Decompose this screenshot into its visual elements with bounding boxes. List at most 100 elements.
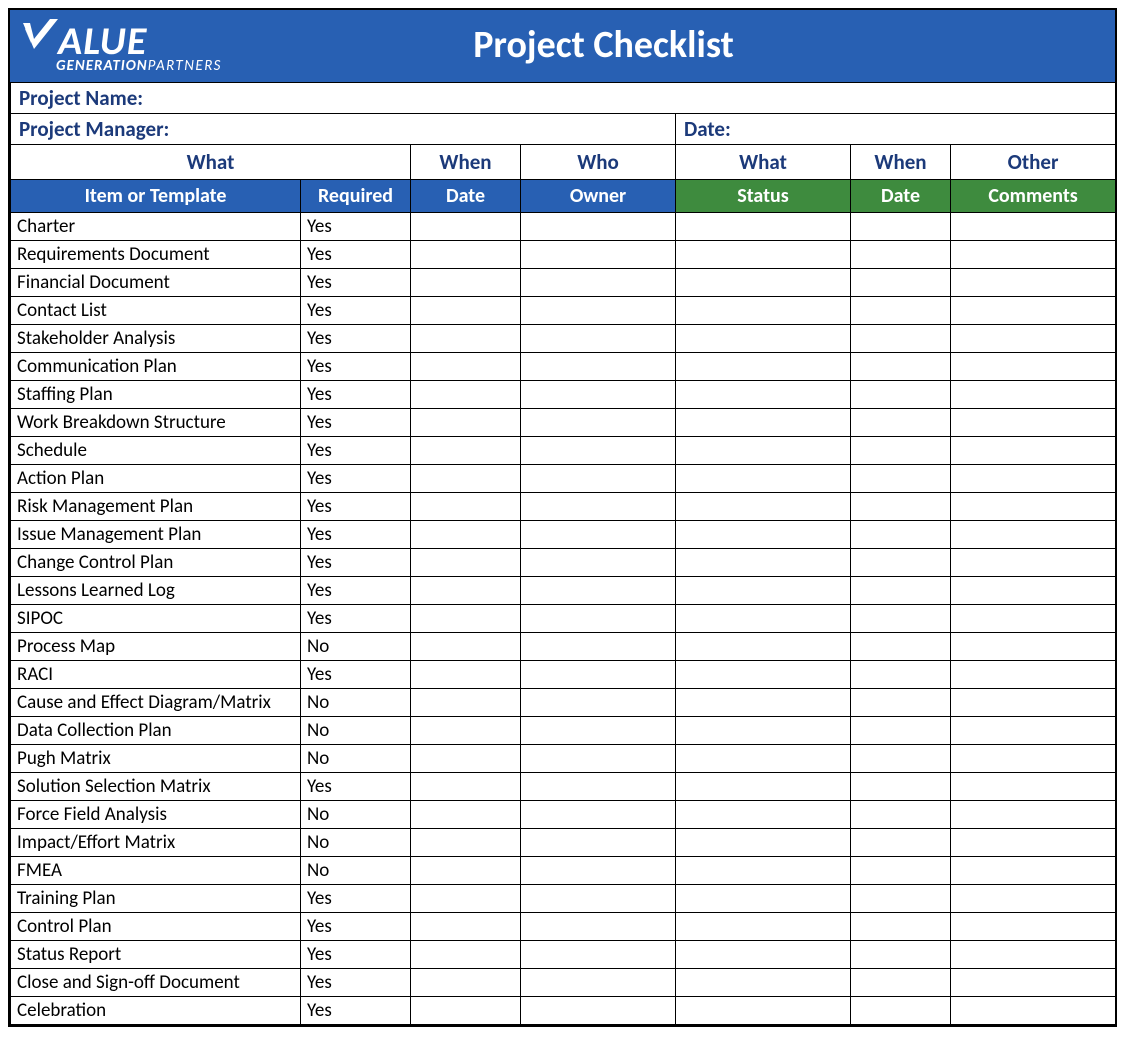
table-row: Force Field AnalysisNo [11,801,1116,829]
col-status: Status [676,180,851,213]
date2-cell [851,549,951,577]
required-cell: Yes [301,773,411,801]
table-row: Change Control PlanYes [11,549,1116,577]
status-cell [676,409,851,437]
col-item: Item or Template [11,180,301,213]
required-cell: Yes [301,913,411,941]
owner-cell [521,213,676,241]
column-header-row: Item or Template Required Date Owner Sta… [11,180,1116,213]
owner-cell [521,297,676,325]
date1-cell [411,941,521,969]
comments-cell [951,661,1116,689]
col-owner: Owner [521,180,676,213]
item-cell: Contact List [11,297,301,325]
status-cell [676,493,851,521]
meta-row-project-name: Project Name: [11,83,1116,114]
item-cell: Action Plan [11,465,301,493]
date1-cell [411,689,521,717]
table-row: SIPOCYes [11,605,1116,633]
status-cell [676,465,851,493]
group-header-who: Who [521,145,676,180]
date1-cell [411,661,521,689]
table-row: Cause and Effect Diagram/MatrixNo [11,689,1116,717]
comments-cell [951,885,1116,913]
date1-cell [411,241,521,269]
comments-cell [951,857,1116,885]
col-comments: Comments [951,180,1116,213]
comments-cell [951,521,1116,549]
date2-cell [851,801,951,829]
comments-cell [951,353,1116,381]
date1-cell [411,549,521,577]
table-row: Financial DocumentYes [11,269,1116,297]
checklist-table: Project Name: Project Manager: Date: Wha… [10,82,1116,1025]
group-header-what1: What [11,145,411,180]
status-cell [676,605,851,633]
comments-cell [951,801,1116,829]
comments-cell [951,605,1116,633]
table-row: ScheduleYes [11,437,1116,465]
comments-cell [951,689,1116,717]
required-cell: Yes [301,297,411,325]
table-row: Lessons Learned LogYes [11,577,1116,605]
table-row: Requirements DocumentYes [11,241,1116,269]
item-cell: Close and Sign-off Document [11,969,301,997]
item-cell: Process Map [11,633,301,661]
comments-cell [951,381,1116,409]
required-cell: Yes [301,213,411,241]
required-cell: Yes [301,997,411,1025]
logo-sub-bold: GENERATION [56,57,148,75]
date1-cell [411,325,521,353]
status-cell [676,857,851,885]
logo: ALUE GENERATIONPARTNERS [20,17,222,74]
item-cell: Issue Management Plan [11,521,301,549]
comments-cell [951,913,1116,941]
status-cell [676,353,851,381]
comments-cell [951,633,1116,661]
status-cell [676,885,851,913]
group-header-what2: What [676,145,851,180]
date2-cell [851,969,951,997]
date2-cell [851,605,951,633]
table-row: Work Breakdown StructureYes [11,409,1116,437]
date2-cell [851,493,951,521]
group-header-when2: When [851,145,951,180]
comments-cell [951,465,1116,493]
comments-cell [951,717,1116,745]
header-bar: ALUE GENERATIONPARTNERS Project Checklis… [10,10,1115,82]
owner-cell [521,521,676,549]
table-row: Risk Management PlanYes [11,493,1116,521]
owner-cell [521,885,676,913]
table-row: Impact/Effort MatrixNo [11,829,1116,857]
comments-cell [951,493,1116,521]
owner-cell [521,773,676,801]
item-cell: Requirements Document [11,241,301,269]
item-cell: Risk Management Plan [11,493,301,521]
date2-cell [851,213,951,241]
table-row: Issue Management PlanYes [11,521,1116,549]
item-cell: Pugh Matrix [11,745,301,773]
owner-cell [521,913,676,941]
date2-cell [851,521,951,549]
item-cell: Financial Document [11,269,301,297]
date2-cell [851,437,951,465]
item-cell: Lessons Learned Log [11,577,301,605]
owner-cell [521,241,676,269]
table-row: RACIYes [11,661,1116,689]
status-cell [676,689,851,717]
item-cell: Control Plan [11,913,301,941]
check-v-icon [20,15,60,59]
date2-cell [851,661,951,689]
item-cell: Celebration [11,997,301,1025]
owner-cell [521,465,676,493]
date2-cell [851,353,951,381]
status-cell [676,661,851,689]
status-cell [676,997,851,1025]
date1-cell [411,297,521,325]
item-cell: Staffing Plan [11,381,301,409]
status-cell [676,969,851,997]
item-cell: Schedule [11,437,301,465]
required-cell: No [301,801,411,829]
group-header-other: Other [951,145,1116,180]
required-cell: Yes [301,969,411,997]
